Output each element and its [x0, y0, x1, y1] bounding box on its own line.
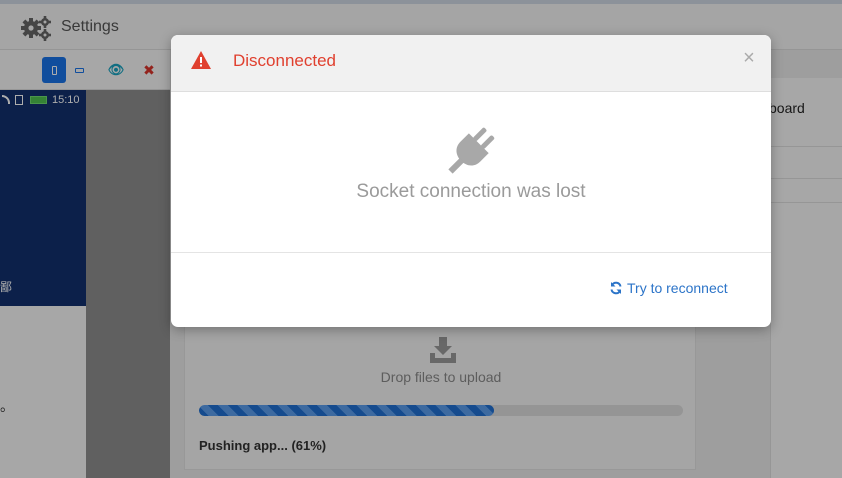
dialog-footer: Try to reconnect	[171, 252, 771, 327]
disconnected-dialog: Disconnected × Socket connection was los…	[171, 35, 771, 327]
close-icon[interactable]: ×	[738, 47, 760, 69]
reconnect-label: Try to reconnect	[627, 280, 728, 296]
dialog-title: Disconnected	[233, 51, 337, 70]
refresh-icon	[610, 281, 622, 295]
dialog-message: Socket connection was lost	[356, 181, 586, 202]
dialog-body: Socket connection was lost	[171, 93, 771, 253]
warning-icon	[191, 51, 211, 69]
dialog-header: Disconnected ×	[171, 35, 771, 92]
reconnect-button[interactable]: Try to reconnect	[609, 280, 728, 296]
plug-icon	[441, 121, 501, 181]
